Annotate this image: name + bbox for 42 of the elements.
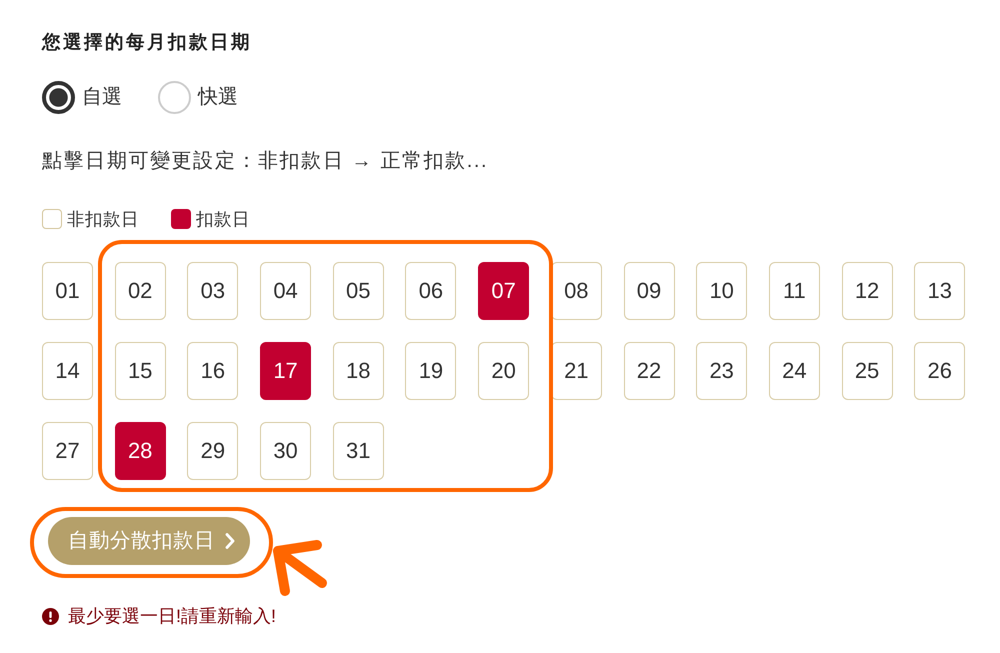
instruction-text: 點擊日期可變更設定：非扣款日 → 正常扣款... [42, 149, 490, 174]
day-button[interactable]: 11 [768, 262, 820, 320]
day-button[interactable]: 01 [42, 262, 93, 320]
day-button[interactable]: 03 [187, 262, 238, 320]
day-button[interactable]: 21 [550, 342, 602, 400]
day-button[interactable]: 08 [550, 262, 602, 320]
day-button[interactable]: 25 [842, 342, 893, 400]
day-button[interactable]: 20 [478, 342, 530, 400]
day-button[interactable]: 04 [260, 262, 312, 320]
day-button[interactable]: 31 [332, 422, 384, 480]
day-button[interactable]: 22 [624, 342, 674, 400]
radio-option[interactable]: 快選 [158, 80, 238, 114]
day-button[interactable]: 17 [260, 342, 312, 400]
day-button[interactable]: 30 [260, 422, 312, 480]
day-button[interactable]: 26 [914, 342, 966, 400]
legend-label: 扣款日 [196, 208, 250, 230]
legend-swatch-icon [171, 209, 191, 229]
day-button[interactable]: 02 [114, 262, 166, 320]
day-button[interactable]: 14 [42, 342, 93, 400]
day-button[interactable]: 19 [405, 342, 456, 400]
day-button[interactable]: 10 [696, 262, 748, 320]
day-button[interactable]: 13 [914, 262, 966, 320]
radio-option[interactable]: 自選 [42, 80, 122, 114]
day-button[interactable]: 09 [624, 262, 674, 320]
day-button[interactable]: 28 [114, 422, 166, 480]
legend-swatch-icon [42, 209, 62, 229]
day-button[interactable]: 23 [696, 342, 748, 400]
section-title: 您選擇的每月扣款日期 [42, 30, 253, 54]
day-button[interactable]: 15 [114, 342, 166, 400]
day-button[interactable]: 16 [187, 342, 238, 400]
chevron-right-icon [225, 533, 235, 549]
day-button[interactable]: 07 [478, 262, 530, 320]
day-button[interactable]: 29 [187, 422, 238, 480]
day-button[interactable]: 27 [42, 422, 93, 480]
error-message: 最少要選一日!請重新輸入! [68, 605, 276, 627]
error-icon [42, 608, 59, 624]
day-button[interactable]: 05 [332, 262, 384, 320]
day-button[interactable]: 18 [332, 342, 384, 400]
day-button[interactable]: 24 [768, 342, 820, 400]
day-button[interactable]: 06 [405, 262, 456, 320]
legend-label: 非扣款日 [67, 208, 139, 230]
day-button[interactable]: 12 [842, 262, 893, 320]
